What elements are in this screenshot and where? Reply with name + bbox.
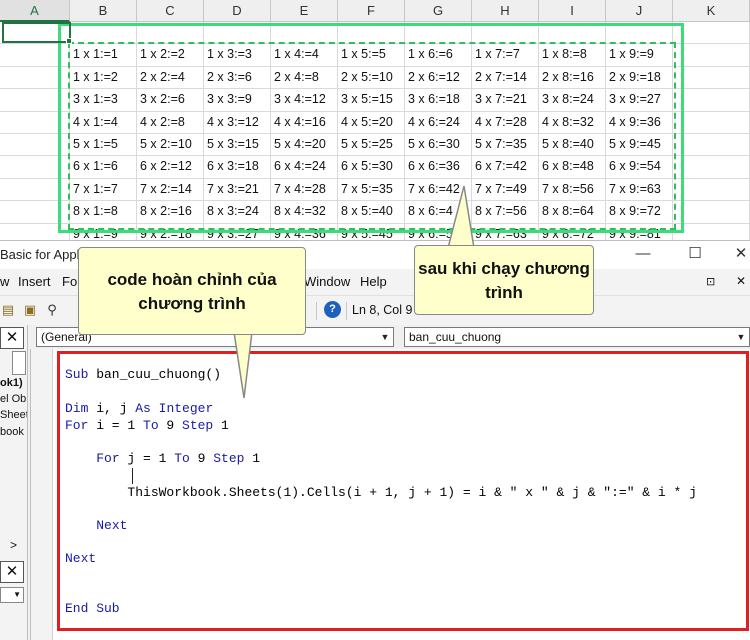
table-cell[interactable]	[673, 133, 750, 156]
table-cell[interactable]	[673, 223, 750, 240]
table-cell[interactable]	[673, 178, 750, 201]
table-cell[interactable]	[673, 111, 750, 133]
column-header-f[interactable]: F	[338, 0, 405, 22]
table-cell[interactable]	[673, 44, 750, 66]
close-button[interactable]: ✕	[726, 243, 750, 265]
maximize-button[interactable]: ☐	[680, 243, 710, 265]
toolbar-separator	[346, 302, 347, 320]
column-header-b[interactable]: B	[70, 0, 137, 22]
scroll-up-box[interactable]	[12, 351, 26, 375]
pin-icon[interactable]: ⊡	[706, 275, 715, 288]
procedure-combo[interactable]: ban_cuu_chuong ▼	[404, 327, 750, 347]
column-header-i[interactable]: I	[539, 0, 606, 22]
table-cell[interactable]	[673, 89, 750, 111]
close-pane-icon[interactable]: ✕	[736, 274, 746, 288]
chevron-down-icon[interactable]: ▼	[377, 328, 393, 346]
chevron-down-icon[interactable]: ▼	[0, 587, 24, 603]
menu-window[interactable]: Window	[304, 274, 350, 289]
procedure-combo-value: ban_cuu_chuong	[409, 330, 502, 344]
close-icon[interactable]: ✕	[0, 561, 24, 583]
code-highlight-frame	[57, 351, 749, 631]
project-node-objects[interactable]: el Ob	[0, 393, 26, 405]
menu-format[interactable]: Fo	[62, 274, 77, 289]
find-icon[interactable]: ⚲	[44, 302, 60, 318]
menu-insert[interactable]: Insert	[18, 274, 51, 289]
callout-code-complete: code hoàn chỉnh của chương trình	[78, 247, 306, 335]
minimize-button[interactable]: —	[628, 243, 658, 265]
column-header-g[interactable]: G	[405, 0, 472, 22]
menu-view[interactable]: w	[0, 274, 9, 289]
chevron-down-icon[interactable]: ▼	[733, 328, 749, 346]
column-header-h[interactable]: H	[472, 0, 539, 22]
table-cell[interactable]	[673, 66, 750, 89]
toolbar-separator	[316, 302, 317, 320]
callout-tail-right	[447, 185, 475, 248]
column-headers: ABCDEFGHIJK	[0, 0, 750, 22]
column-header-k[interactable]: K	[673, 0, 750, 22]
column-header-d[interactable]: D	[204, 0, 271, 22]
callout-after-run: sau khi chạy chương trình	[414, 245, 594, 315]
menu-help[interactable]: Help	[360, 274, 387, 289]
close-icon[interactable]: ✕	[0, 327, 24, 349]
copy-selection-marquee	[68, 42, 676, 230]
table-cell[interactable]	[673, 201, 750, 223]
scroll-right-arrow[interactable]: >	[10, 538, 17, 552]
column-header-c[interactable]: C	[137, 0, 204, 22]
project-node-thisworkbook[interactable]: book	[0, 426, 24, 438]
help-icon[interactable]: ?	[324, 301, 341, 318]
callout-tail-left	[233, 332, 253, 399]
excel-sheet: ABCDEFGHIJK 1 x 1:=1 1 x 2:=2 1 x 3:=3 1 x …	[0, 0, 750, 240]
project-node-workbook[interactable]: ok1)	[0, 377, 23, 389]
column-header-j[interactable]: J	[606, 0, 673, 22]
window-title: Basic for Appli	[0, 247, 83, 262]
copy-icon[interactable]: ▤	[0, 302, 16, 318]
code-window[interactable]: Sub ban_cuu_chuong() Dim i, j As Integer…	[30, 349, 750, 640]
code-margin-bar	[31, 349, 53, 640]
table-cell[interactable]	[673, 22, 750, 44]
active-cell-a1[interactable]	[2, 22, 71, 43]
column-header-e[interactable]: E	[271, 0, 338, 22]
fill-handle[interactable]	[66, 38, 72, 44]
project-node-sheet[interactable]: Sheet	[0, 409, 27, 421]
column-header-a[interactable]: A	[0, 0, 70, 22]
paste-icon[interactable]: ▣	[22, 302, 38, 318]
table-cell[interactable]	[673, 156, 750, 178]
project-explorer-pane: ✕ ok1) el Ob Sheet book > ✕ ▼	[0, 325, 28, 640]
cursor-position: Ln 8, Col 9	[352, 303, 413, 317]
